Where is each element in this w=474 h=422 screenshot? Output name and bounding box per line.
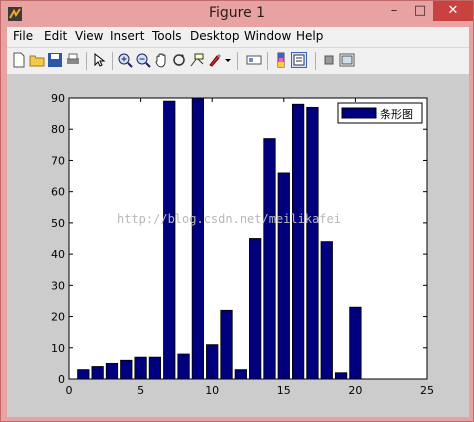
bar[interactable] (163, 100, 176, 380)
brush-icon[interactable] (207, 52, 223, 68)
legend[interactable]: 条形图 (337, 102, 423, 124)
y-tick-label: 30 (51, 279, 65, 292)
x-tick-label: 15 (277, 384, 291, 397)
menu-bar: File Edit View Insert Tools Desktop Wind… (7, 27, 469, 47)
toolbar-separator (112, 52, 113, 70)
watermark: http://blog.csdn.net/meilikafei (117, 212, 341, 226)
bar[interactable] (220, 309, 233, 380)
rotate-3d-icon[interactable] (171, 52, 187, 68)
y-tick-label: 0 (58, 373, 65, 386)
bar[interactable] (334, 372, 348, 380)
insert-legend-icon[interactable] (291, 52, 307, 68)
save-icon[interactable] (47, 52, 63, 68)
figure-window: Figure 1 – □ ✕ File Edit View Insert Too… (0, 0, 474, 422)
x-tick-label: 5 (137, 384, 144, 397)
new-figure-icon[interactable] (11, 52, 27, 68)
legend-swatch (341, 107, 377, 119)
close-button[interactable]: ✕ (433, 1, 473, 21)
toolbar-separator (315, 52, 316, 70)
y-tick-label: 80 (51, 123, 65, 136)
zoom-out-icon[interactable] (135, 52, 151, 68)
x-tick-label: 20 (348, 384, 362, 397)
bar[interactable] (91, 366, 104, 380)
bar[interactable] (77, 369, 90, 380)
bar[interactable] (206, 344, 219, 380)
bar[interactable] (291, 103, 305, 380)
y-tick-label: 40 (51, 248, 65, 261)
maximize-button[interactable]: □ (407, 1, 433, 21)
toolbar-separator (237, 52, 238, 70)
menu-view[interactable]: View (75, 29, 103, 43)
y-tick-label: 50 (51, 217, 65, 230)
menu-desktop[interactable]: Desktop (190, 29, 240, 43)
legend-label: 条形图 (380, 107, 413, 121)
edit-plot-arrow-icon[interactable] (91, 52, 107, 68)
menu-edit[interactable]: Edit (44, 29, 67, 43)
axes-box[interactable] (68, 97, 428, 380)
y-tick-label: 90 (51, 92, 65, 105)
pan-hand-icon[interactable] (153, 52, 169, 68)
bar[interactable] (105, 362, 119, 380)
bar[interactable] (349, 306, 362, 380)
hide-plot-tools-icon[interactable] (321, 52, 337, 68)
y-tick-label: 20 (51, 311, 65, 324)
show-plot-tools-icon[interactable] (339, 52, 355, 68)
bar[interactable] (177, 353, 190, 380)
zoom-in-icon[interactable] (117, 52, 133, 68)
bar[interactable] (320, 241, 333, 380)
menu-insert[interactable]: Insert (110, 29, 144, 43)
minimize-button[interactable]: – (381, 1, 407, 21)
open-file-icon[interactable] (29, 52, 45, 68)
menu-window[interactable]: Window (244, 29, 291, 43)
x-tick-label: 10 (205, 384, 219, 397)
data-cursor-icon[interactable] (189, 52, 205, 68)
menu-tools[interactable]: Tools (152, 29, 182, 43)
y-tick-label: 70 (51, 154, 65, 167)
insert-colorbar-icon[interactable] (273, 52, 289, 68)
toolbar (7, 47, 469, 75)
bar[interactable] (263, 138, 276, 380)
bar[interactable] (191, 97, 205, 380)
menu-file[interactable]: File (13, 29, 33, 43)
bar[interactable] (306, 106, 319, 380)
bar[interactable] (148, 356, 162, 380)
bar[interactable] (249, 238, 262, 380)
menu-help[interactable]: Help (296, 29, 323, 43)
bar-chart: 0 5 10 15 20 25 0 10 20 30 40 50 60 70 80 90 http://bl… (51, 92, 434, 397)
plot-area: 0 5 10 15 20 25 0 10 20 30 40 50 60 70 80 90 http://bl… (7, 74, 469, 417)
y-tick-label: 10 (51, 342, 65, 355)
print-icon[interactable] (65, 52, 81, 68)
y-tick-label: 60 (51, 186, 65, 199)
bar[interactable] (234, 369, 247, 380)
brush-dropdown-icon[interactable] (224, 52, 232, 68)
bar[interactable] (120, 359, 133, 380)
link-plot-icon[interactable] (246, 52, 262, 68)
bar[interactable] (277, 172, 290, 380)
toolbar-separator (86, 52, 87, 70)
x-tick-label: 0 (66, 384, 73, 397)
title-bar[interactable]: Figure 1 – □ ✕ (1, 1, 473, 27)
x-tick-label: 25 (420, 384, 434, 397)
toolbar-separator (267, 52, 268, 70)
